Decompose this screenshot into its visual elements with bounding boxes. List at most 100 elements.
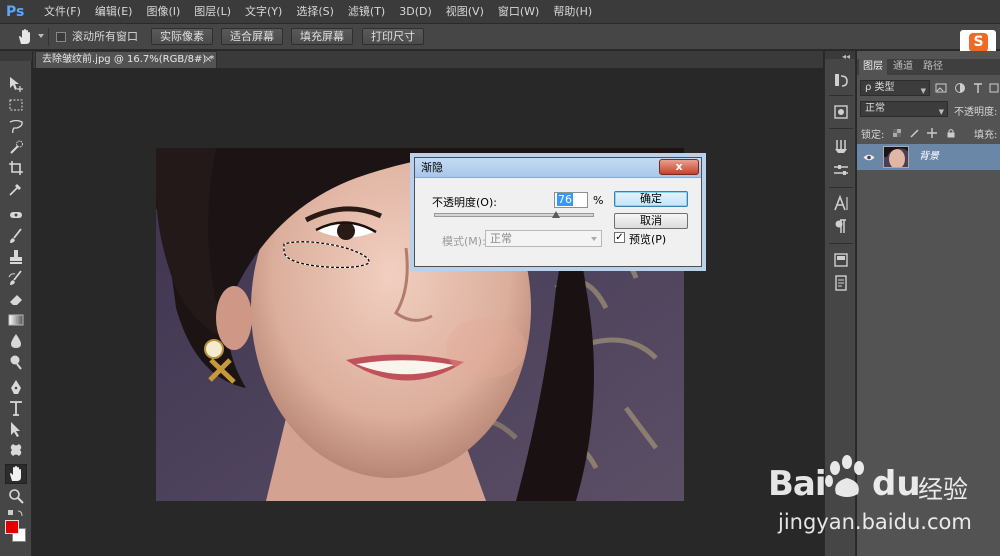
menu-window[interactable]: 窗口(W) (491, 0, 546, 24)
menu-image[interactable]: 图像(I) (139, 0, 187, 24)
spot-healing-brush-icon[interactable] (7, 206, 25, 224)
preview-label: 预览(P) (629, 233, 667, 246)
watermark-jingyan: 经验 (918, 475, 969, 504)
strip-separator (829, 128, 853, 129)
scroll-all-windows-checkbox[interactable] (56, 32, 66, 42)
menu-edit[interactable]: 编辑(E) (88, 0, 140, 24)
watermark-du: du (872, 464, 921, 504)
menu-filter[interactable]: 滤镜(T) (341, 0, 392, 24)
preview-checkbox[interactable]: ✓ (614, 232, 625, 243)
brush-tool-icon[interactable] (7, 227, 25, 245)
chevron-down-icon: ▼ (920, 87, 926, 95)
menu-type[interactable]: 文字(Y) (238, 0, 289, 24)
print-size-button[interactable]: 打印尺寸 (362, 28, 424, 45)
opacity-label: 不透明度(O): (432, 196, 497, 209)
mode-select[interactable]: 正常 (485, 230, 602, 247)
chevron-down-icon (591, 237, 597, 241)
fade-dialog-titlebar[interactable]: 渐隐 x (415, 158, 701, 178)
menu-help[interactable]: 帮助(H) (546, 0, 599, 24)
fade-dialog-body: 不透明度(O): 76 % 模式(M): 正常 确定 取消 ✓ 预览(P) (418, 180, 698, 264)
brush-presets-panel-icon[interactable] (832, 137, 850, 155)
brush-panel-icon[interactable] (832, 161, 850, 179)
eyedropper-tool-icon[interactable] (7, 180, 25, 198)
fade-dialog: 渐隐 x 不透明度(O): 76 % 模式(M): 正常 确定 取消 ✓ 预览(… (414, 157, 702, 267)
type-tool-icon[interactable] (7, 399, 25, 417)
actual-pixels-button[interactable]: 实际像素 (151, 28, 213, 45)
zoom-tool-icon[interactable] (7, 487, 25, 505)
tab-paths[interactable]: 路径 (919, 59, 947, 75)
strip-separator (829, 243, 853, 244)
hand-tool-icon[interactable] (5, 464, 27, 484)
eye-icon[interactable] (863, 152, 875, 161)
watermark-bai: Bai (768, 464, 827, 504)
tab-channels[interactable]: 通道 (889, 59, 917, 75)
opacity-unit: % (593, 194, 604, 207)
opacity-slider[interactable] (434, 213, 594, 217)
custom-shape-tool-icon[interactable] (7, 441, 25, 459)
lasso-tool-icon[interactable] (7, 117, 25, 135)
history-panel-icon[interactable] (832, 71, 850, 89)
properties-panel-icon[interactable] (832, 251, 850, 269)
move-tool-icon[interactable] (7, 75, 25, 93)
options-separator (48, 28, 49, 46)
close-document-icon[interactable]: × (204, 51, 212, 68)
menu-file[interactable]: 文件(F) (37, 0, 88, 24)
baidu-jingyan-watermark: Bai du 经验 jingyan.baidu.com (760, 452, 996, 552)
document-tab-title: 去除皱纹前.jpg @ 16.7%(RGB/8#) * (42, 54, 215, 65)
close-icon[interactable]: x (659, 159, 699, 175)
canvas-area[interactable] (33, 68, 823, 556)
menu-3d[interactable]: 3D(D) (392, 0, 439, 24)
pixel-filter-icon[interactable] (935, 82, 947, 94)
fill-label: 填充: (974, 130, 998, 141)
dodge-tool-icon[interactable] (7, 353, 25, 371)
layer-thumbnail (883, 146, 909, 168)
lock-all-icon[interactable] (946, 128, 956, 138)
menu-select[interactable]: 选择(S) (289, 0, 341, 24)
shape-filter-icon[interactable] (988, 82, 1000, 94)
gradient-tool-icon[interactable] (7, 311, 25, 329)
paragraph-panel-icon[interactable] (832, 217, 850, 235)
tool-preset-arrow-icon[interactable] (38, 34, 44, 38)
layer-row-background[interactable]: 背景 (857, 144, 1000, 170)
layer-filter-select[interactable]: ρ 类型 ▼ (860, 80, 930, 96)
foreground-color-swatch[interactable] (5, 520, 19, 534)
panel-strip-grip[interactable] (825, 51, 855, 59)
swap-colors-icon[interactable] (7, 505, 25, 517)
options-bar: 滚动所有窗口 实际像素 适合屏幕 填充屏幕 打印尺寸 (0, 24, 1000, 50)
pen-tool-icon[interactable] (7, 378, 25, 396)
scroll-all-windows-label: 滚动所有窗口 (72, 30, 138, 43)
collapse-panels-icon[interactable]: ◂◂ (842, 52, 850, 61)
eraser-tool-icon[interactable] (7, 290, 25, 308)
crop-tool-icon[interactable] (7, 159, 25, 177)
strip-separator (829, 187, 853, 188)
quick-selection-tool-icon[interactable] (7, 138, 25, 156)
photoshop-logo: Ps (6, 4, 25, 20)
menu-layer[interactable]: 图层(L) (187, 0, 238, 24)
tab-layers[interactable]: 图层 (859, 59, 887, 75)
type-filter-icon[interactable] (972, 82, 984, 94)
history-brush-tool-icon[interactable] (7, 269, 25, 287)
fill-screen-button[interactable]: 填充屏幕 (291, 28, 353, 45)
lock-pixels-icon[interactable] (910, 128, 920, 138)
document-tab[interactable]: 去除皱纹前.jpg @ 16.7%(RGB/8#) * (35, 51, 217, 68)
clone-stamp-tool-icon[interactable] (7, 248, 25, 266)
blur-tool-icon[interactable] (7, 332, 25, 350)
fit-screen-button[interactable]: 适合屏幕 (221, 28, 283, 45)
opacity-input[interactable]: 76 (554, 192, 588, 208)
blend-mode-select[interactable]: 正常 ▼ (860, 101, 948, 117)
adjustment-filter-icon[interactable] (954, 82, 966, 94)
character-panel-icon[interactable] (832, 194, 850, 212)
menu-view[interactable]: 视图(V) (439, 0, 491, 24)
actions-panel-icon[interactable] (832, 103, 850, 121)
cancel-button[interactable]: 取消 (614, 213, 688, 229)
strip-separator (829, 95, 853, 96)
opacity-slider-thumb[interactable] (551, 211, 560, 218)
lock-transparent-icon[interactable] (892, 128, 902, 138)
toolbox-grip[interactable] (0, 51, 32, 61)
ok-button[interactable]: 确定 (614, 191, 688, 207)
marquee-tool-icon[interactable] (7, 96, 25, 114)
lock-position-icon[interactable] (927, 128, 937, 138)
path-selection-tool-icon[interactable] (7, 420, 25, 438)
notes-panel-icon[interactable] (832, 274, 850, 292)
hand-icon[interactable] (16, 28, 34, 46)
